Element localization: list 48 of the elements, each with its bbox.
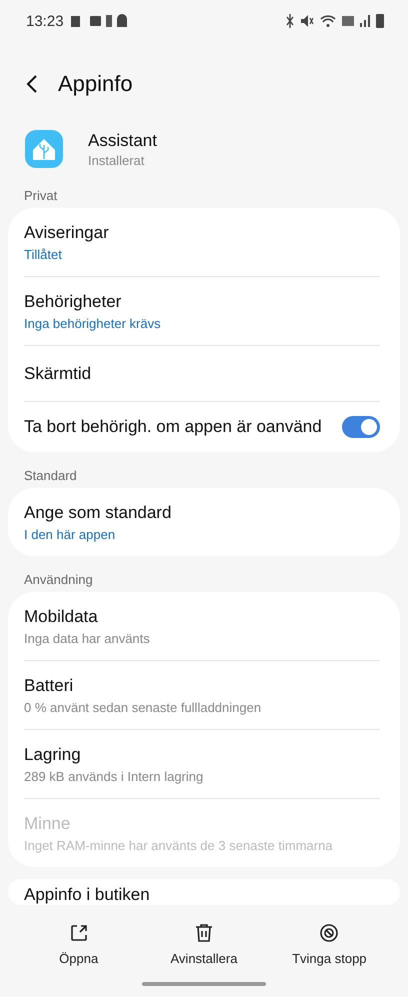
section-label: Användning bbox=[23, 571, 94, 589]
row-subtitle: 289 kB används i Intern lagring bbox=[24, 768, 204, 784]
settings-row[interactable]: Lagring 289 kB används i Intern lagring bbox=[24, 730, 380, 798]
wifi-icon bbox=[320, 14, 336, 28]
row-title: Appinfo i butiken bbox=[24, 885, 151, 905]
row-subtitle: Inga behörigheter krävs bbox=[24, 316, 162, 330]
row-title: Minne bbox=[24, 814, 72, 834]
row-title: Ta bort behörigh. om appen är oanvänd bbox=[24, 417, 322, 437]
row-title: Batteri bbox=[24, 676, 74, 696]
row-subtitle: Tillåtet bbox=[24, 246, 63, 262]
row-title: Skärmtid bbox=[24, 364, 92, 384]
row-subtitle: Inga data har använts bbox=[24, 630, 151, 646]
settings-row[interactable]: Aviseringar Tillåtet bbox=[24, 208, 380, 276]
stop-icon bbox=[319, 923, 340, 943]
battery-icon bbox=[376, 14, 384, 28]
settings-row[interactable]: Behörigheter Inga behörigheter krävs bbox=[24, 277, 380, 345]
row-subtitle: I den här appen bbox=[24, 526, 116, 542]
page-title: Appinfo bbox=[58, 71, 133, 97]
app-name: Assistant bbox=[88, 130, 157, 150]
action-button[interactable]: Tvinga stopp bbox=[266, 923, 392, 979]
section-label: Privat bbox=[23, 187, 58, 205]
status-time: 13:23 bbox=[26, 12, 64, 30]
signal-icon bbox=[360, 15, 370, 27]
settings-row[interactable]: Ange som standard I den här appen bbox=[24, 488, 380, 556]
settings-row[interactable]: Skärmtid bbox=[24, 346, 380, 401]
app-status: Installerat bbox=[88, 152, 146, 168]
mute-icon bbox=[300, 13, 314, 29]
settings-row[interactable]: Appinfo i butiken bbox=[24, 879, 380, 905]
settings-row[interactable]: Ta bort behörigh. om appen är oanvänd bbox=[24, 402, 380, 452]
notification-icons bbox=[70, 14, 128, 28]
row-subtitle: 0 % använt sedan senaste fullladdningen bbox=[24, 700, 262, 714]
row-title: Mobildata bbox=[24, 606, 99, 626]
back-icon[interactable] bbox=[26, 74, 38, 94]
settings-row[interactable]: Batteri 0 % använt sedan senaste fullladdningen bbox=[24, 661, 380, 729]
toggle-switch[interactable] bbox=[342, 416, 380, 438]
settings-row[interactable]: Mobildata Inga data har använts bbox=[24, 592, 380, 660]
row-title: Aviseringar bbox=[24, 222, 110, 242]
action-button[interactable]: Öppna bbox=[16, 923, 142, 979]
row-title: Behörigheter bbox=[24, 292, 122, 312]
open-external-icon bbox=[68, 923, 89, 943]
trash-icon bbox=[194, 923, 213, 943]
row-title: Lagring bbox=[24, 744, 82, 764]
app-icon bbox=[25, 130, 63, 168]
row-subtitle: Inget RAM-minne har använts de 3 senaste timmarna bbox=[24, 838, 334, 852]
section-label: Standard bbox=[23, 467, 78, 485]
bluetooth-icon bbox=[286, 13, 294, 29]
action-button[interactable]: Avinstallera bbox=[141, 923, 267, 979]
row-title: Ange som standard bbox=[24, 502, 172, 522]
